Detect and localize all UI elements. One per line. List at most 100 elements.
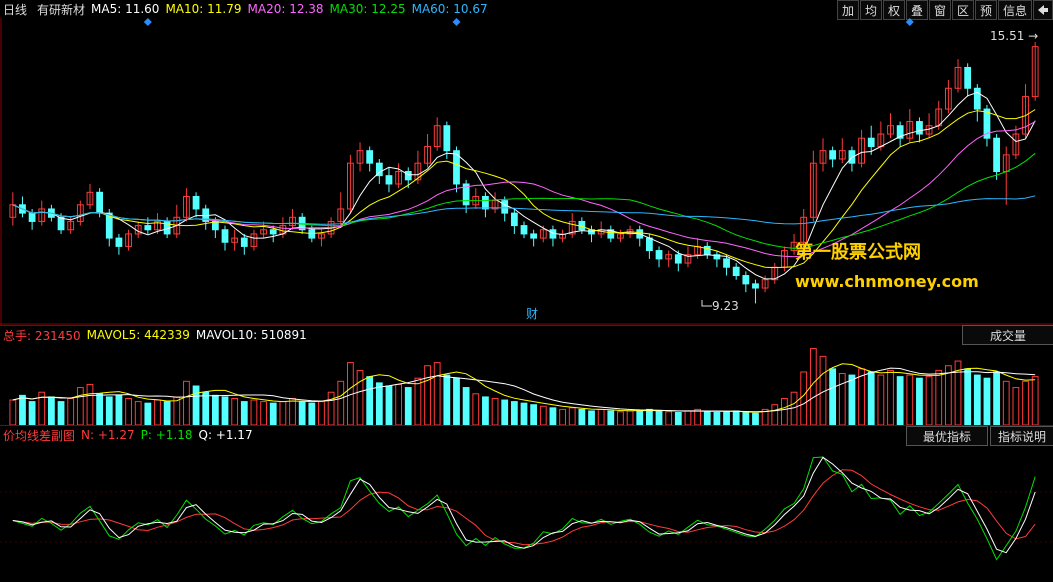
volume-bar	[453, 377, 460, 425]
volume-bar	[404, 387, 412, 425]
candle-body	[973, 87, 981, 110]
volume-bar	[578, 408, 586, 425]
indicator-chart[interactable]	[0, 443, 1053, 582]
candle-body	[752, 283, 759, 289]
candle-body	[916, 121, 923, 135]
volume-indicator-button[interactable]: 成交量	[962, 325, 1053, 345]
volume-bar	[482, 396, 489, 425]
volume-bar	[472, 393, 480, 425]
volume-bar	[260, 401, 267, 425]
range-button[interactable]: 区	[952, 0, 974, 20]
volume-bar	[183, 380, 190, 425]
total-volume: 总手: 231450	[3, 328, 81, 343]
volume-bar	[19, 394, 26, 425]
candle-body	[993, 137, 1000, 172]
event-diamond-icon	[905, 18, 914, 26]
volume-bar	[9, 399, 17, 425]
event-diamond-icon	[143, 18, 152, 26]
volume-bar	[800, 371, 808, 425]
volume-bar	[559, 408, 566, 425]
volume-chart[interactable]	[0, 343, 1053, 425]
mavol5-value: MAVOL5: 442339	[86, 328, 190, 342]
volume-bar	[684, 410, 692, 425]
volume-bar	[617, 411, 624, 425]
candle-body	[192, 195, 200, 210]
candle-body	[964, 66, 972, 89]
volume-bar	[86, 383, 94, 425]
candle-body	[723, 258, 730, 268]
low-price-label: 9.23	[712, 299, 739, 313]
volume-bar	[838, 373, 846, 425]
candle-body	[28, 212, 36, 222]
volume-bar	[144, 402, 152, 425]
volume-bar	[76, 387, 84, 425]
ma60-line	[12, 195, 1036, 225]
volume-bar	[809, 348, 817, 425]
indicator-q: Q: +1.17	[198, 428, 253, 442]
indicator-p: P: +1.18	[140, 428, 193, 442]
add-button[interactable]: 加	[837, 0, 859, 20]
candle-body	[742, 275, 750, 285]
volume-bar	[510, 401, 518, 425]
candle-body	[144, 225, 152, 231]
volume-bar	[1002, 380, 1010, 425]
window-button[interactable]: 窗	[929, 0, 951, 20]
volume-bar	[298, 401, 306, 425]
volume-bar	[732, 410, 740, 425]
candle-body	[732, 266, 740, 277]
volume-bar	[645, 408, 653, 425]
period-label[interactable]: 日线	[3, 1, 27, 18]
chart-toolbar: 加 均 权 叠 窗 区 预 信息	[836, 0, 1053, 20]
candle-body	[645, 237, 653, 252]
watermark-title: 第一股票公式网	[795, 242, 921, 263]
volume-bar	[1022, 380, 1029, 425]
candle-body	[867, 137, 875, 148]
volume-bar	[752, 412, 759, 425]
volume-bar	[414, 377, 422, 425]
volume-bar	[588, 410, 595, 425]
volume-bar	[250, 399, 258, 425]
volume-bar	[887, 369, 894, 425]
volume-bar	[771, 404, 779, 425]
volume-bar	[462, 387, 470, 425]
volume-bar	[221, 396, 229, 425]
info-button[interactable]: 信息	[998, 0, 1032, 20]
volume-bar	[433, 362, 441, 425]
volume-bar	[694, 408, 702, 425]
volume-bar	[356, 369, 364, 425]
candle-body	[655, 250, 663, 260]
volume-bar	[530, 404, 538, 425]
volume-bar	[520, 402, 528, 425]
volume-bar	[935, 369, 943, 425]
ma20-value: MA20: 12.38	[247, 2, 324, 16]
overlay-button[interactable]: 叠	[906, 0, 928, 20]
volume-bar	[105, 396, 113, 425]
volume-bar	[964, 368, 972, 425]
volume-bar	[385, 385, 393, 425]
candle-body	[404, 171, 412, 181]
finance-marker: 财	[526, 307, 538, 321]
volume-bar	[192, 385, 200, 425]
volume-bar	[674, 412, 682, 425]
volume-header: 总手: 231450 MAVOL5: 442339 MAVOL10: 51089…	[0, 325, 1053, 344]
candle-body	[520, 225, 528, 235]
indicator-name: 价均线差副图	[3, 428, 76, 443]
forecast-button[interactable]: 预	[975, 0, 997, 20]
volume-bar	[96, 393, 104, 425]
rights-button[interactable]: 权	[883, 0, 905, 20]
volume-bar	[1031, 376, 1039, 425]
mavol10-value: MAVOL10: 510891	[195, 328, 307, 342]
volume-bar	[115, 394, 123, 425]
volume-bar	[211, 394, 219, 425]
volume-bar	[289, 397, 296, 425]
ma60-value: MA60: 10.67	[411, 2, 488, 16]
candle-body	[221, 229, 229, 243]
volume-bar	[848, 374, 856, 425]
volume-bar	[568, 407, 576, 425]
ma10-value: MA10: 11.79	[165, 2, 242, 16]
volume-bar	[1012, 387, 1020, 425]
mean-button[interactable]: 均	[860, 0, 882, 20]
candle-body	[501, 200, 509, 214]
candle-body	[443, 125, 451, 152]
back-arrow-icon[interactable]	[1033, 0, 1053, 20]
